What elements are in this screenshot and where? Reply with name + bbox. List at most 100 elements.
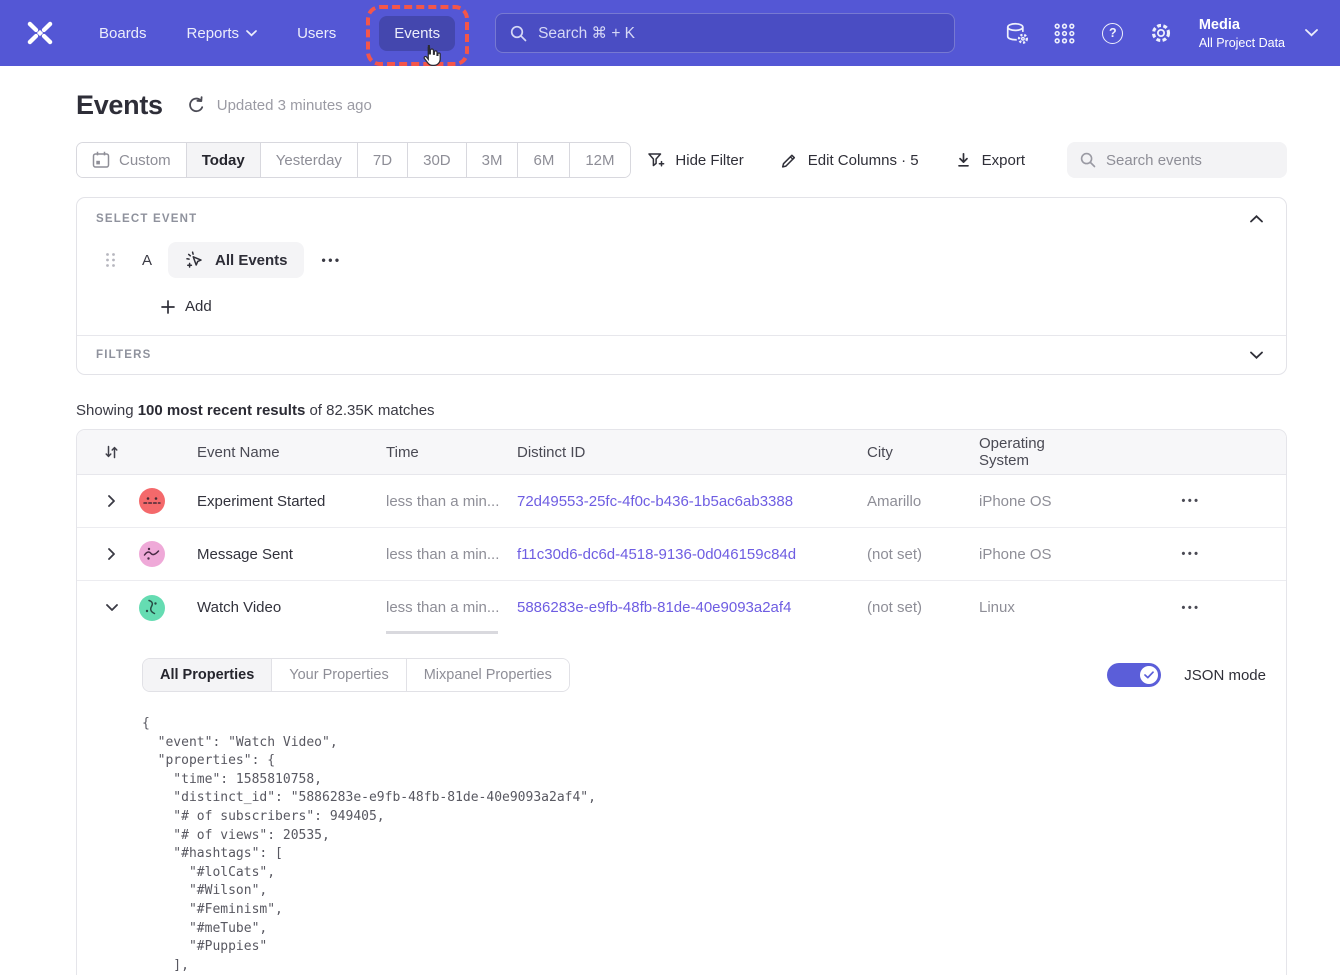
date-range-yesterday[interactable]: Yesterday [261,143,358,177]
events-table: Event Name Time Distinct ID City Operati… [76,429,1287,975]
json-mode-label: JSON mode [1184,667,1266,684]
refresh-icon [187,96,206,115]
expand-filters-button[interactable] [1246,349,1267,361]
toggle-knob [1140,666,1158,684]
event-detail-panel: All Properties Your Properties Mixpanel … [77,634,1286,975]
expand-row-button[interactable] [104,491,119,511]
help-icon: ? [1102,23,1123,44]
event-avatar [139,488,165,514]
search-events-placeholder: Search events [1106,152,1202,169]
chevron-down-icon [246,30,257,37]
top-navbar: Boards Reports Users Events Search ⌘ + K [0,0,1340,66]
collapse-row-button[interactable] [102,600,122,615]
column-header-city[interactable]: City [867,444,979,461]
settings-button[interactable] [1141,14,1181,52]
json-mode-toggle[interactable] [1107,663,1161,687]
tab-your-properties[interactable]: Your Properties [272,659,406,691]
cursor-pointer-icon [421,44,442,67]
pencil-icon [780,151,798,169]
grid-dots-icon [1053,22,1076,45]
clause-more-button[interactable]: ••• [322,253,342,267]
properties-tabs: All Properties Your Properties Mixpanel … [142,658,570,692]
column-header-os[interactable]: Operating System [979,435,1096,469]
json-viewer: { "event": "Watch Video", "properties": … [142,715,1266,975]
nav-reports[interactable]: Reports [172,16,273,51]
date-range-30d[interactable]: 30D [408,143,467,177]
chevron-down-icon [106,604,118,611]
date-range-today[interactable]: Today [187,143,261,177]
refresh-button[interactable] [187,96,206,115]
apps-grid-button[interactable] [1045,14,1085,52]
gear-icon [1149,21,1173,45]
search-events-input[interactable]: Search events [1067,142,1287,178]
sort-icon[interactable] [104,444,119,460]
time-cell: less than a min... [386,546,517,563]
nav-reports-label: Reports [187,25,240,42]
nav-boards[interactable]: Boards [84,16,162,51]
data-management-button[interactable] [997,14,1037,52]
collapse-section-button[interactable] [1246,213,1267,225]
primary-nav: Boards Reports Users Events [84,16,455,51]
date-range-7d[interactable]: 7D [358,143,408,177]
chevron-right-icon [108,495,115,507]
event-clause-row: A All Events ••• [96,242,1267,278]
row-more-button[interactable]: ••• [1181,602,1200,614]
help-button[interactable]: ? [1093,14,1133,52]
mixpanel-logo-icon[interactable] [24,20,60,46]
time-cell: less than a min... [386,493,517,510]
project-scope: All Project Data [1199,35,1285,51]
nav-users[interactable]: Users [282,16,351,51]
os-cell: iPhone OS [979,546,1096,563]
last-updated-text: Updated 3 minutes ago [217,97,372,114]
table-row[interactable]: Experiment Started less than a min... 72… [77,475,1286,528]
event-name-cell: Watch Video [197,599,386,616]
chevron-right-icon [108,548,115,560]
column-header-event-name[interactable]: Event Name [197,444,386,461]
export-button[interactable]: Export [955,152,1025,169]
magic-cursor-icon [184,250,205,271]
controls-row: Custom Today Yesterday 7D 30D 3M 6M 12M … [76,142,1287,178]
row-more-button[interactable]: ••• [1181,495,1200,507]
page-title: Events [76,90,163,121]
date-range-3m[interactable]: 3M [467,143,519,177]
tab-all-properties[interactable]: All Properties [143,659,272,691]
check-icon [1144,671,1154,679]
navbar-actions: ? Media All Project Data [997,14,1318,52]
column-header-time[interactable]: Time [386,444,517,461]
date-range-12m[interactable]: 12M [570,143,629,177]
expand-row-button[interactable] [104,544,119,564]
event-name-cell: Message Sent [197,546,386,563]
select-event-heading: SELECT EVENT [96,213,197,225]
column-header-distinct-id[interactable]: Distinct ID [517,444,867,461]
add-event-button[interactable]: Add [161,298,212,315]
global-search-input[interactable]: Search ⌘ + K [495,13,955,53]
query-builder-card: SELECT EVENT A [76,197,1287,375]
date-range-6m[interactable]: 6M [518,143,570,177]
event-selector-chip[interactable]: All Events [168,242,304,278]
horizontal-scrollbar[interactable] [386,631,498,634]
hide-filter-button[interactable]: Hide Filter [647,152,743,169]
edit-columns-button[interactable]: Edit Columns · 5 [780,151,919,169]
table-row[interactable]: Message Sent less than a min... f11c30d6… [77,528,1286,581]
results-summary: Showing 100 most recent results of 82.35… [76,402,1287,419]
clause-letter: A [140,252,154,269]
distinct-id-link[interactable]: f11c30d6-dc6d-4518-9136-0d046159c84d [517,546,796,563]
events-page: Events Updated 3 minutes ago Custom T [0,66,1340,975]
event-selector-label: All Events [215,252,288,269]
nav-events[interactable]: Events [379,16,455,51]
drag-handle-icon[interactable] [105,252,116,268]
tab-mixpanel-properties[interactable]: Mixpanel Properties [407,659,569,691]
city-cell: (not set) [867,546,979,563]
filter-plus-icon [647,152,665,169]
distinct-id-link[interactable]: 5886283e-e9fb-48fb-81de-40e9093a2af4 [517,599,791,616]
project-switcher[interactable]: Media All Project Data [1199,16,1285,51]
date-range-custom[interactable]: Custom [77,143,187,177]
chevron-up-icon [1250,215,1263,223]
event-avatar [139,595,165,621]
row-more-button[interactable]: ••• [1181,548,1200,560]
project-name: Media [1199,16,1285,34]
distinct-id-link[interactable]: 72d49553-25fc-4f0c-b436-1b5ac6ab3388 [517,493,793,510]
city-cell: (not set) [867,599,979,616]
table-row-expanded[interactable]: Watch Video less than a min... 5886283e-… [77,581,1286,634]
filters-section[interactable]: FILTERS [77,335,1286,374]
